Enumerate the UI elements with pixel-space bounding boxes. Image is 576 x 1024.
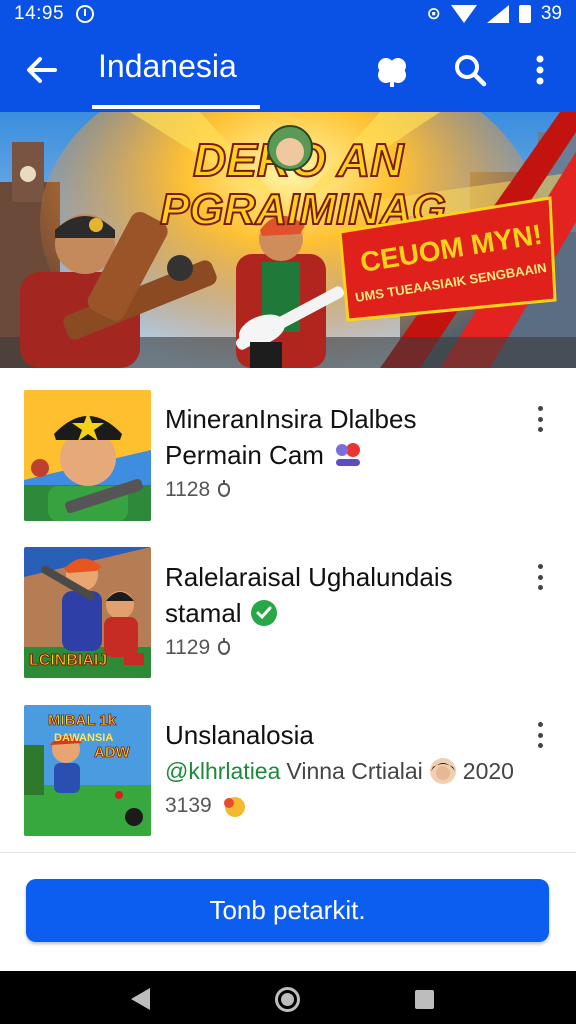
item-title-row2: stamal (165, 596, 278, 630)
signal-icon (486, 5, 509, 23)
item-thumbnail (24, 390, 151, 521)
more-options-button[interactable] (518, 48, 562, 92)
item-subtitle-text: Vinna Crtialai (286, 758, 423, 784)
search-icon (455, 55, 487, 87)
kebab-dot (537, 416, 543, 422)
clover-button[interactable] (370, 48, 414, 92)
hero-banner[interactable]: DERO AN PGRAIMINAG CEUOM MYN! UMS TUEAAS… (0, 112, 576, 368)
green-check-icon (250, 600, 277, 626)
item-thumbnail: MIBAL 1k DAWANSIA ADW (24, 705, 151, 836)
item-meta: 3139 (165, 794, 248, 818)
nfc-icon: ⊙ (426, 4, 441, 23)
kebab-dot (537, 564, 543, 569)
nav-recents-icon[interactable] (415, 990, 434, 1009)
thumbnail-art (24, 390, 151, 521)
item-title-line2: Permain Cam (165, 440, 324, 470)
nav-back-icon[interactable] (131, 988, 150, 1010)
item-count: 1128 (165, 478, 211, 501)
item-year: 2020 (462, 758, 514, 784)
kebab-dot (537, 427, 543, 432)
status-bar: 14:95 ⊙ 39 (0, 0, 576, 28)
nav-home-icon[interactable] (275, 987, 300, 1012)
app-bar: Indanesia (0, 28, 576, 112)
kebab-dot (537, 574, 543, 580)
download-bag-icon (218, 638, 231, 655)
item-meta: 1129 (165, 636, 231, 660)
item-title-row2: Permain Cam (165, 438, 364, 472)
item-more-button[interactable] (530, 404, 550, 434)
item-title-line1: MineranInsira Dlalbes (165, 404, 417, 434)
emoji-badge-icon (223, 797, 245, 817)
candy-emoji-icon (335, 443, 360, 466)
list-item[interactable]: LCINBIAIJ Ralelaraisal Ughalundais stama… (0, 526, 576, 684)
item-title-line1: Ralelaraisal Ughalundais (165, 562, 453, 592)
title-underline (92, 105, 260, 109)
alarm-icon (76, 5, 95, 23)
hero-illustration: DERO AN PGRAIMINAG CEUOM MYN! UMS TUEAAS… (0, 112, 576, 368)
list-item[interactable]: MIBAL 1k DAWANSIA ADW Unslanalosia @klhr… (0, 684, 576, 842)
item-subtitle-link[interactable]: @klhrlatiea (165, 754, 280, 788)
kebab-dot (537, 732, 543, 738)
avatar (429, 758, 456, 784)
thumb-caption: LCINBIAIJ (29, 652, 107, 669)
item-thumbnail: LCINBIAIJ (24, 547, 151, 678)
search-button[interactable] (448, 48, 492, 92)
thumbnail-art: LCINBIAIJ (24, 547, 151, 678)
item-subtitle-row: @klhrlatiea Vinna Crtialai 2020 (165, 754, 514, 788)
battery-level: 39 (540, 3, 562, 24)
item-title-line1: Unslanalosia (165, 720, 314, 750)
list-item[interactable]: MineranInsira Dlalbes Permain Cam 1128 (0, 368, 576, 526)
thumb-caption-3: ADW (94, 744, 131, 761)
status-time: 14:95 (14, 3, 65, 24)
arrow-left-icon (27, 57, 57, 83)
item-meta: 1128 (165, 478, 231, 502)
bottom-divider (0, 852, 576, 853)
kebab-dot (537, 406, 543, 411)
item-title-line2: stamal (165, 598, 242, 628)
download-bag-icon (218, 480, 231, 497)
back-button[interactable] (22, 50, 62, 90)
item-count: 1129 (165, 636, 211, 659)
page-title: Indanesia (98, 48, 237, 84)
item-more-button[interactable] (530, 720, 550, 750)
battery-icon (518, 5, 531, 23)
thumbnail-art: MIBAL 1k DAWANSIA ADW (24, 705, 151, 836)
primary-action-button[interactable]: Tonb petarkit. (26, 879, 549, 942)
kebab-dot (537, 722, 543, 727)
item-more-button[interactable] (530, 562, 550, 592)
system-nav-bar (0, 971, 576, 1024)
wifi-icon (450, 5, 477, 23)
kebab-dot (537, 743, 543, 748)
thumb-caption-1: MIBAL 1k (48, 712, 117, 729)
clover-icon (378, 58, 406, 87)
system-icons: ⊙ 39 (427, 3, 562, 25)
item-count: 3139 (165, 794, 212, 817)
kebab-dot (537, 585, 543, 590)
more-vert-icon (536, 55, 544, 85)
thumb-caption-2: DAWANSIA (54, 732, 113, 744)
